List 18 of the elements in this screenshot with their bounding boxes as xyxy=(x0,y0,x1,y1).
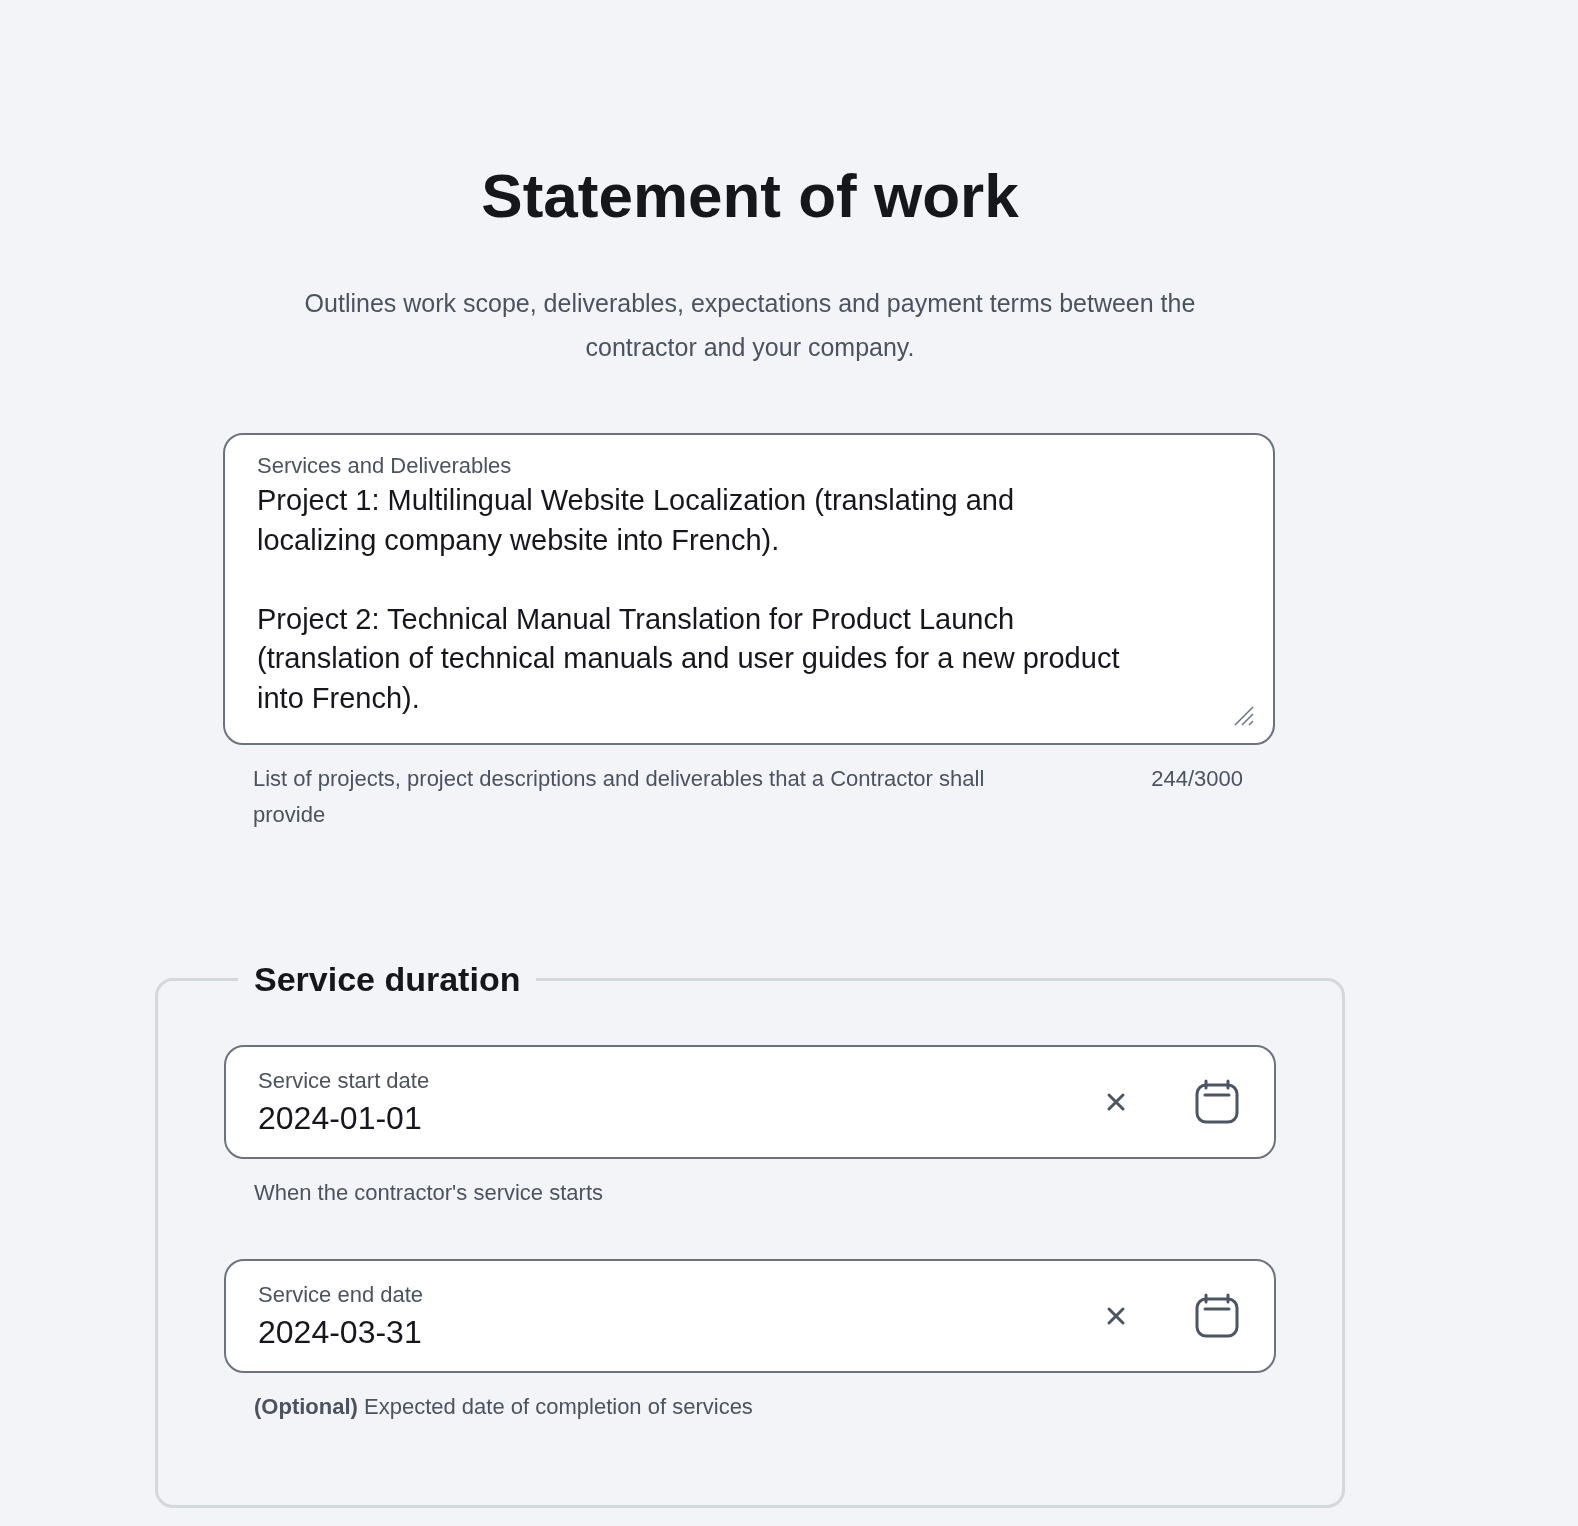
field-label: Service end date xyxy=(258,1281,425,1308)
date-field[interactable]: Service end date 2024-03-31 xyxy=(224,1259,1276,1373)
field-label: Services and Deliverables xyxy=(257,453,513,479)
clear-icon[interactable] xyxy=(1106,1306,1126,1326)
helper-text: When the contractor's service starts xyxy=(253,1179,604,1207)
helper-text: List of projects, project descriptions and deliverables that a Contractor shall provide xyxy=(253,765,986,829)
character-counter: 244/3000 xyxy=(1151,765,1243,793)
field-label: Service start date xyxy=(258,1067,431,1094)
calendar-icon[interactable] xyxy=(1194,1293,1240,1339)
services-textarea[interactable]: Services and Deliverables Project 1: Multilingual Website Localization (translating and localizing company website into French). Project 2: Technical Manual Translation for Product Launch (translation of technical manuals and user guides for a new product into French). xyxy=(223,433,1275,745)
date-value[interactable]: 2024-03-31 xyxy=(258,1313,658,1351)
date-value[interactable]: 2024-01-01 xyxy=(258,1099,658,1137)
page-description: Outlines work scope, deliverables, expectations and payment terms between the contractor and your company. xyxy=(303,288,1197,363)
clear-icon[interactable] xyxy=(1106,1092,1126,1112)
page-title: Statement of work xyxy=(481,160,1019,231)
helper-text: (Optional) Expected date of completion of services xyxy=(253,1393,754,1421)
calendar-icon[interactable] xyxy=(1194,1079,1240,1125)
date-field[interactable]: Service start date 2024-01-01 xyxy=(224,1045,1276,1159)
